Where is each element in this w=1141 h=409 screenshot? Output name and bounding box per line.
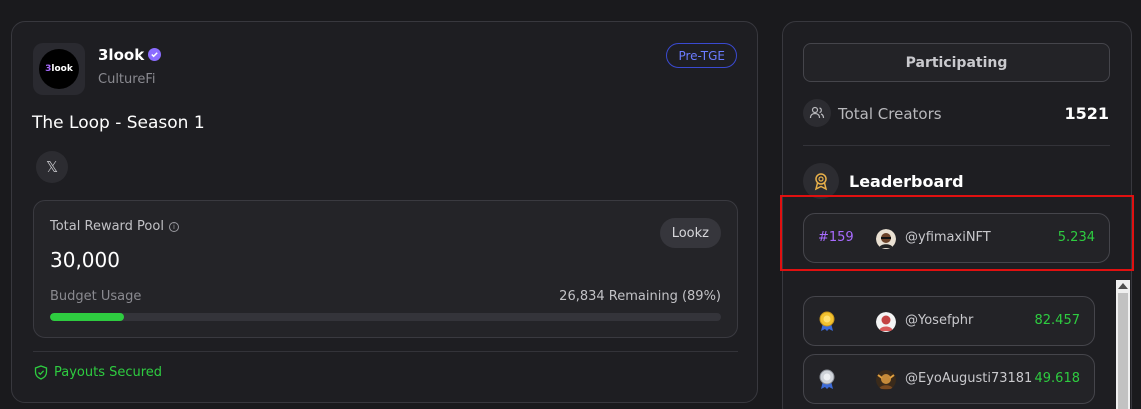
reward-pool-value: 30,000 [50,248,120,272]
scroll-up-arrow-icon[interactable] [1118,283,1128,289]
avatar [876,312,896,332]
project-name: 3look [98,46,145,64]
leaderboard-card: Participating Total Creators 1521 Leader… [782,21,1132,409]
scrollbar-thumb[interactable] [1118,293,1128,409]
silver-medal-icon [819,369,835,389]
leaderboard-handle: @Yosefphr [905,313,974,328]
budget-remaining: 26,834 Remaining (89%) [559,289,721,304]
payouts-secured: Payouts Secured [34,365,162,380]
avatar [876,370,896,390]
project-logo: 3 look [33,43,85,95]
leaderboard-title: Leaderboard [849,172,964,191]
verified-icon [148,48,161,61]
x-social-button[interactable]: 𝕏 [36,151,68,183]
payouts-secured-label: Payouts Secured [54,365,163,380]
users-icon [803,99,831,127]
leaderboard-row[interactable]: @EyoAugusti73181 49.618 [803,354,1095,404]
project-category: CultureFi [98,72,156,87]
pre-tge-badge: Pre-TGE [666,43,737,68]
gold-medal-icon [819,311,835,331]
reward-pool-panel: Total Reward Pool i Lookz 30,000 Budget … [33,200,738,338]
budget-progress-bar [50,313,721,321]
budget-progress-fill [50,313,124,321]
divider [803,145,1110,146]
shield-check-icon [34,365,48,380]
divider [33,351,738,352]
leaderboard-score: 49.618 [1034,371,1081,386]
leaderboard-handle: @EyoAugusti73181 [905,371,1033,386]
campaign-title: The Loop - Season 1 [32,113,205,133]
info-icon[interactable]: i [168,221,179,232]
total-creators-value: 1521 [1064,104,1109,123]
participating-button[interactable]: Participating [803,43,1110,82]
budget-usage-label: Budget Usage [50,289,142,304]
campaign-card: 3 look 3look CultureFi Pre-TGE The Loop -… [11,21,758,403]
reward-pool-label-row: Total Reward Pool i [50,219,179,234]
token-button[interactable]: Lookz [659,218,721,248]
avatar [876,229,896,249]
my-leaderboard-entry[interactable]: #159 @yfimaxiNFT 5.234 [803,213,1110,263]
logo-text-word: look [51,64,73,74]
award-icon [803,163,839,199]
leaderboard-row[interactable]: @Yosefphr 82.457 [803,296,1095,346]
leaderboard-score: 82.457 [1034,313,1081,328]
x-icon: 𝕏 [45,158,59,176]
logo-mark: 3 look [39,49,79,89]
my-rank: #159 [818,230,854,245]
reward-pool-label: Total Reward Pool [50,219,164,234]
total-creators-label: Total Creators [838,105,942,123]
my-handle: @yfimaxiNFT [905,230,991,245]
my-score: 5.234 [1057,230,1095,245]
